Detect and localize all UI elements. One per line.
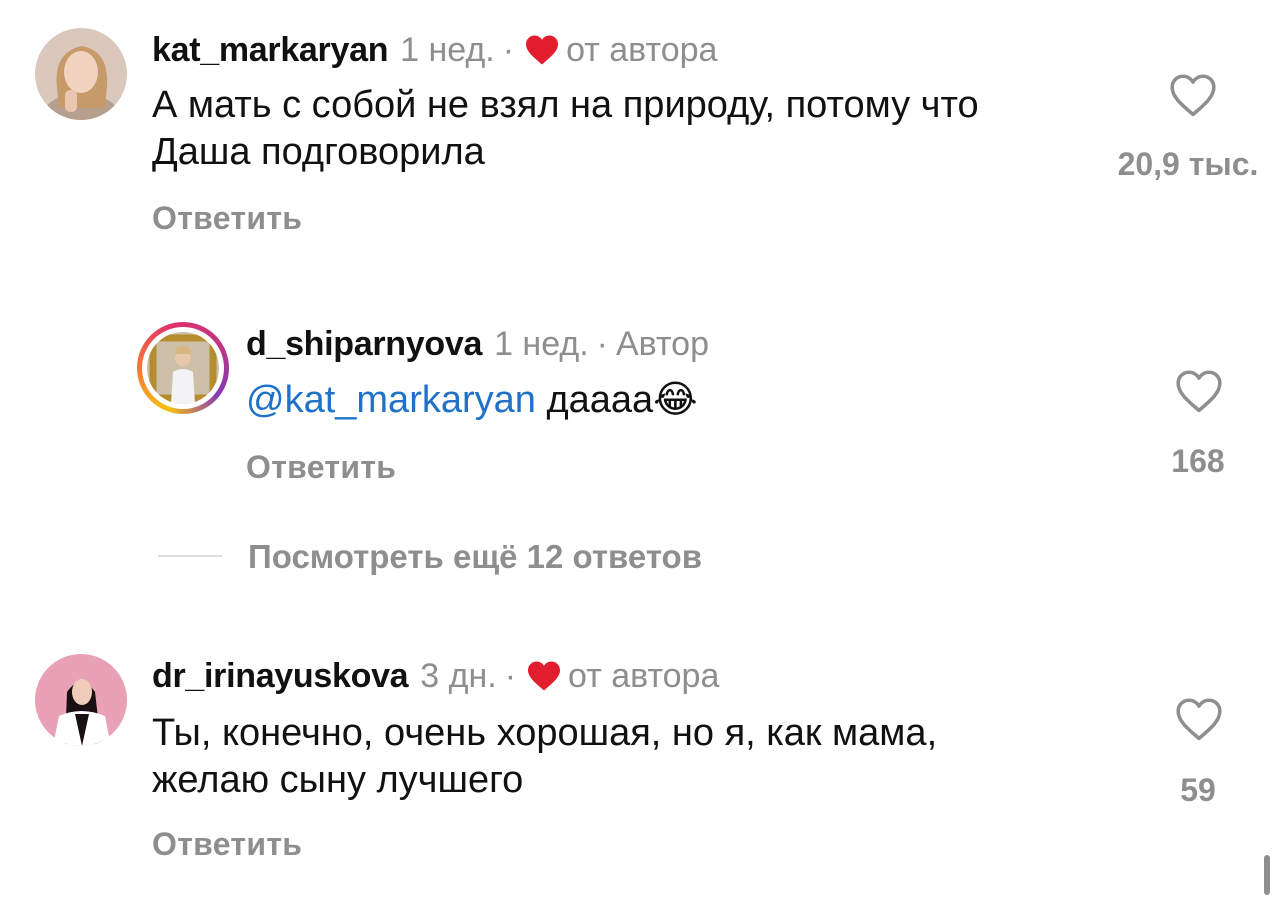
comment-meta: kat_markaryan 1 нед. · от автора <box>152 30 717 70</box>
heart-filled-icon <box>526 660 562 692</box>
comment-text-line: А мать с собой не взял на природу, потом… <box>152 84 979 126</box>
like-count: 168 <box>1171 443 1225 479</box>
mention-link[interactable]: @kat_markaryan <box>246 379 536 421</box>
like-count: 59 <box>1180 772 1216 808</box>
comment-text: А мать с собой не взял на природу, потом… <box>152 82 1152 176</box>
heart-filled-icon <box>524 34 560 66</box>
heart-outline-icon[interactable] <box>1174 368 1224 414</box>
reply-button[interactable]: Ответить <box>152 200 302 237</box>
comment-text-line: Ты, конечно, очень хорошая, но я, как ма… <box>152 712 938 754</box>
scrollbar[interactable] <box>1264 855 1270 895</box>
comment-text-body: дaaaa <box>535 379 654 421</box>
reply-button[interactable]: Ответить <box>246 449 396 486</box>
comment-text: Ты, конечно, очень хорошая, но я, как ма… <box>152 710 1152 804</box>
comment-meta: d_shiparnyova 1 нед. · Автор <box>246 324 709 364</box>
avatar-dr-irinayuskova[interactable] <box>35 654 127 746</box>
heart-outline-icon[interactable] <box>1168 72 1218 118</box>
username[interactable]: kat_markaryan <box>152 30 388 70</box>
emoji-tears-of-joy: 😂 <box>653 377 698 421</box>
like-count: 20,9 тыс. <box>1117 146 1259 182</box>
timestamp: 3 дн. <box>420 657 497 695</box>
author-like-label: от автора <box>566 31 718 69</box>
view-more-divider <box>158 555 222 557</box>
comment-text-line: желаю сыну лучшего <box>152 759 524 801</box>
comment-text-line: Даша подговорила <box>152 131 485 173</box>
view-more-replies-button[interactable]: Посмотреть ещё 12 ответов <box>248 538 702 576</box>
avatar-d-shiparnyova[interactable] <box>137 322 229 414</box>
separator: · <box>504 657 517 695</box>
timestamp: 1 нед. <box>400 31 495 69</box>
author-label: Автор <box>616 325 710 363</box>
timestamp: 1 нед. <box>494 325 589 363</box>
comment-text: @kat_markaryan дaaaa😂 <box>246 376 698 424</box>
separator: · <box>502 31 515 69</box>
username[interactable]: dr_irinayuskova <box>152 656 409 696</box>
avatar-kat-markaryan[interactable] <box>35 28 127 120</box>
heart-outline-icon[interactable] <box>1174 696 1224 742</box>
separator: · <box>596 325 608 363</box>
author-like-label: от автора <box>568 657 720 695</box>
username[interactable]: d_shiparnyova <box>246 324 482 364</box>
comment-meta: dr_irinayuskova 3 дн. · от автора <box>152 656 719 696</box>
reply-button[interactable]: Ответить <box>152 826 302 863</box>
